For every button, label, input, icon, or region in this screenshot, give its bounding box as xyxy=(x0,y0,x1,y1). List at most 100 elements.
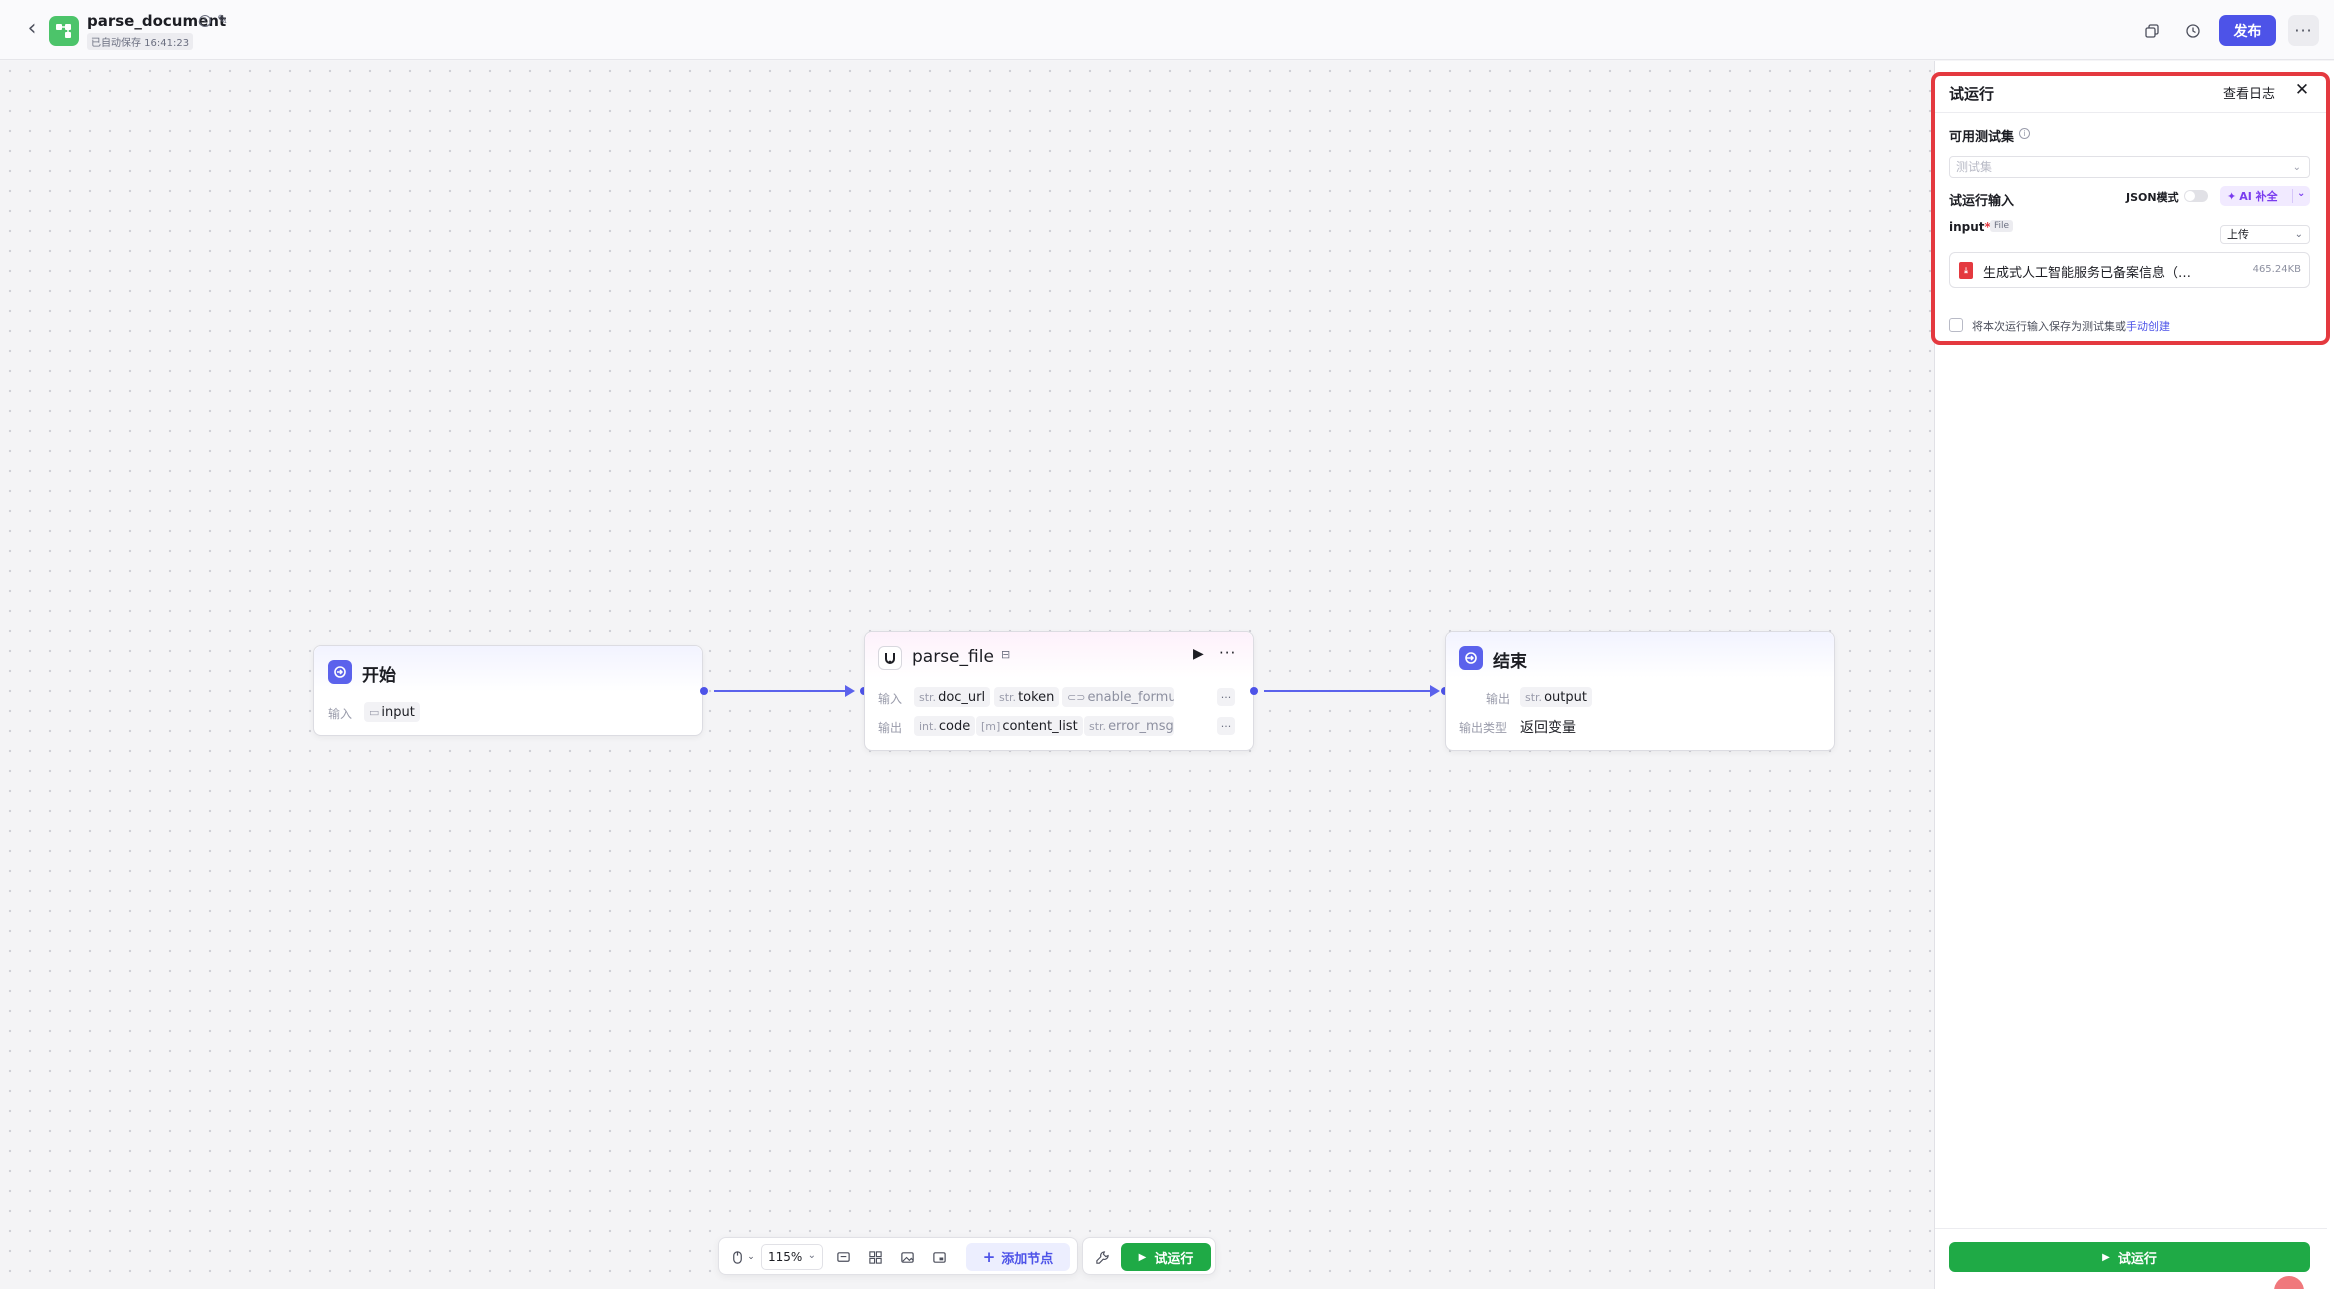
minimap-icon[interactable] xyxy=(929,1247,949,1267)
grid-layout-icon[interactable] xyxy=(865,1247,885,1267)
more-menu-button[interactable]: ··· xyxy=(2288,15,2319,46)
output-row-label: 输出 xyxy=(878,721,903,735)
edge-arrow-icon xyxy=(1430,685,1440,697)
start-output-port[interactable] xyxy=(700,687,708,695)
save-as-testset-checkbox[interactable] xyxy=(1949,318,1963,332)
close-icon[interactable]: ✕ xyxy=(2293,81,2311,99)
test-run-panel xyxy=(1934,61,2334,1289)
json-mode-label: JSON模式 xyxy=(2126,191,2179,204)
param-type: str. xyxy=(1089,719,1107,733)
canvas-toolbar: ⌄ 115% ⌄ + 添加节点 xyxy=(718,1237,1078,1275)
input-param-tag: str. doc_url xyxy=(914,687,991,707)
edge-start-to-parse xyxy=(714,690,849,692)
node-title: 开始 xyxy=(362,666,396,686)
publish-button[interactable]: 发布 xyxy=(2219,15,2276,46)
run-toolbar: ▶ 试运行 xyxy=(1082,1237,1216,1275)
chevron-down-icon: ⌄ xyxy=(807,1250,816,1261)
param-name: enable_formula xyxy=(1087,689,1174,705)
node-title: 结束 xyxy=(1493,652,1527,672)
output-kind-value: 返回变量 xyxy=(1520,720,1576,736)
play-icon: ▶ xyxy=(1138,1251,1147,1263)
plugin-logo-icon xyxy=(878,646,902,670)
json-mode-toggle[interactable] xyxy=(2184,190,2208,202)
parse-file-output-port[interactable] xyxy=(1250,687,1258,695)
param-name: token xyxy=(1018,689,1055,705)
back-arrow-icon[interactable]: ‹ xyxy=(22,18,42,42)
param-name: doc_url xyxy=(938,689,986,705)
zoom-select[interactable]: 115% ⌄ xyxy=(761,1244,823,1270)
divider xyxy=(2292,189,2293,203)
panel-test-run-label: 试运行 xyxy=(2117,1251,2157,1267)
panel-title: 试运行 xyxy=(1949,85,1995,103)
input-variable-name: input xyxy=(381,704,415,720)
testset-select[interactable]: 测试集 ⌄ xyxy=(1949,156,2310,178)
node-more-icon[interactable]: ··· xyxy=(1219,644,1236,662)
divider xyxy=(1935,112,2327,113)
save-text: 将本次运行输入保存为测试集或 xyxy=(1972,320,2126,333)
parse-file-node[interactable]: parse_file ⊟ ▶ ··· 输入 str. doc_url str. to… xyxy=(864,631,1254,751)
play-icon: ▶ xyxy=(2102,1251,2110,1263)
add-node-label: 添加节点 xyxy=(1001,1251,1054,1267)
param-type: str. xyxy=(919,690,937,704)
workflow-app-icon xyxy=(49,16,79,46)
chevron-down-icon: ⌄ xyxy=(2294,229,2303,240)
output-variable-tag: str. output xyxy=(1520,687,1592,707)
input-param-tag: ⊂⊃enable_formula xyxy=(1062,687,1174,707)
info-icon[interactable]: i xyxy=(2019,128,2030,139)
param-type: [m] xyxy=(981,719,1001,733)
input-row-label: 输入 xyxy=(878,692,903,706)
end-icon xyxy=(1459,646,1483,670)
ai-fill-button[interactable]: ✦ AI 补全 ⌄ xyxy=(2220,186,2310,206)
chevron-down-icon: ⌄ xyxy=(2292,162,2301,173)
output-param-tag: [m] content_list xyxy=(976,716,1083,736)
top-bar: ‹ parse_document i ✎ 已自动保存 16:41:23 发布 ·… xyxy=(0,0,2334,60)
param-type: str. xyxy=(1525,690,1543,704)
plus-icon: + xyxy=(982,1248,996,1266)
param-name: content_list xyxy=(1002,718,1078,734)
edge-parse-to-end xyxy=(1264,690,1434,692)
output-param-tag: int. code xyxy=(914,716,976,736)
plugin-badge-icon: ⊟ xyxy=(1001,648,1011,661)
run-input-label: 试运行输入 xyxy=(1949,194,2015,209)
output-row-label: 输出 xyxy=(1486,692,1511,706)
param-name: error_msg xyxy=(1108,718,1174,734)
end-node[interactable]: 结束 输出 str. output 输出类型 返回变量 xyxy=(1445,631,1835,751)
debug-wrench-icon[interactable] xyxy=(1092,1247,1112,1267)
uploaded-file-card[interactable]: ⤓ 生成式人工智能服务已备案信息（2024年4… 465.24KB xyxy=(1949,252,2310,288)
add-node-button[interactable]: + 添加节点 xyxy=(966,1243,1070,1271)
expand-outputs-icon[interactable]: ··· xyxy=(1217,717,1235,735)
comment-icon[interactable] xyxy=(833,1247,853,1267)
copy-icon[interactable] xyxy=(2141,20,2163,42)
testset-label: 可用测试集 xyxy=(1949,130,2015,145)
test-run-button[interactable]: ▶ 试运行 xyxy=(1121,1243,1211,1271)
param-type: int. xyxy=(919,719,937,733)
input-field-label: input* xyxy=(1949,220,1991,234)
chevron-down-icon[interactable]: ⌄ xyxy=(2297,188,2305,199)
manual-create-link[interactable]: 手动创建 xyxy=(2126,320,2170,333)
panel-test-run-button[interactable]: ▶ 试运行 xyxy=(1949,1242,2310,1272)
param-name: output xyxy=(1544,689,1587,705)
output-kind-label: 输出类型 xyxy=(1459,721,1508,735)
input-name: input xyxy=(1949,220,1985,234)
start-icon xyxy=(328,660,352,684)
autosave-status: 已自动保存 16:41:23 xyxy=(87,33,194,50)
file-size: 465.24KB xyxy=(2252,264,2301,275)
start-node[interactable]: 开始 输入 ▭ input xyxy=(313,645,703,736)
file-type-badge: File xyxy=(1990,220,2014,232)
run-node-play-icon[interactable]: ▶ xyxy=(1193,646,1204,662)
view-log-link[interactable]: 查看日志 xyxy=(2223,83,2275,102)
folder-icon: ▭ xyxy=(369,705,380,719)
input-row-label: 输入 xyxy=(328,707,353,721)
info-icon[interactable]: i xyxy=(199,15,211,27)
sparkle-icon: ✦ xyxy=(2227,189,2237,203)
image-icon[interactable] xyxy=(897,1247,917,1267)
edit-icon[interactable]: ✎ xyxy=(217,13,228,28)
upload-mode-select[interactable]: 上传 ⌄ xyxy=(2220,225,2310,244)
node-title: parse_file xyxy=(912,647,994,667)
chevron-down-icon[interactable]: ⌄ xyxy=(741,1247,761,1267)
file-name: 生成式人工智能服务已备案信息（2024年4… xyxy=(1983,266,2193,281)
history-clock-icon[interactable] xyxy=(2182,20,2204,42)
expand-inputs-icon[interactable]: ··· xyxy=(1217,688,1235,706)
save-as-testset-text: 将本次运行输入保存为测试集或手动创建 xyxy=(1972,318,2170,334)
param-name: code xyxy=(938,718,971,734)
